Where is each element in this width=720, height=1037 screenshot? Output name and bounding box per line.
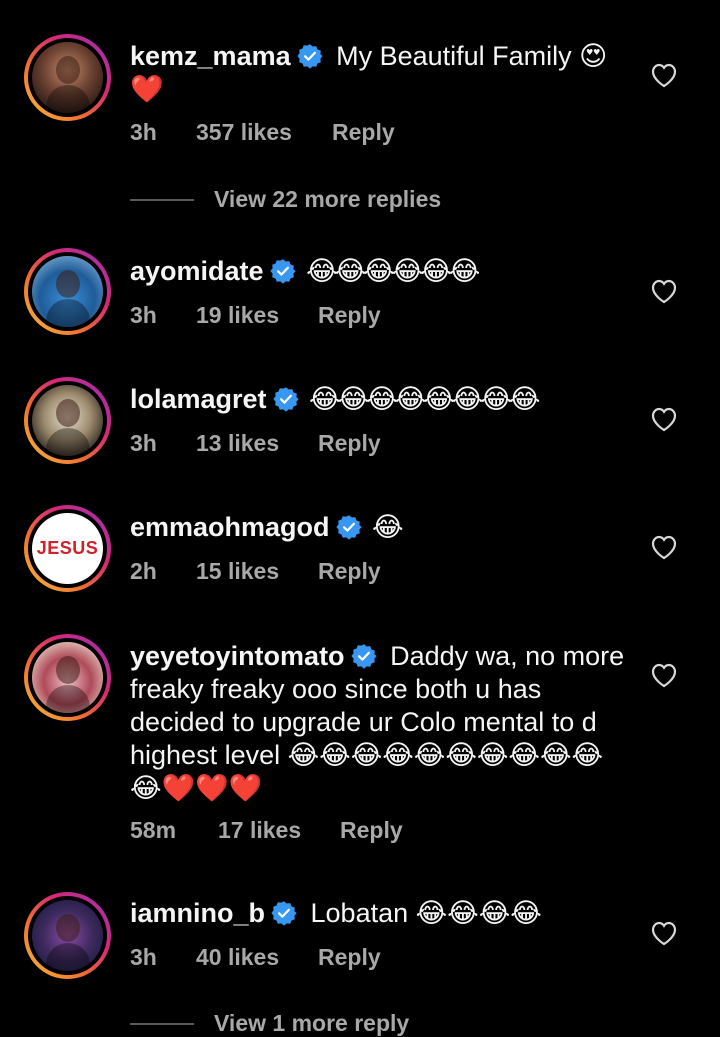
comment-body: emmaohmagod 😂 — [130, 511, 630, 544]
comment-text: Lobatan 😂😂😂😂 — [303, 898, 542, 928]
view-more-replies-label: View 1 more reply — [214, 1010, 410, 1036]
likes-count[interactable]: 15 likes — [196, 558, 318, 585]
story-ring[interactable] — [24, 248, 111, 335]
avatar[interactable]: JESUS — [32, 513, 103, 584]
verified-badge-icon — [269, 259, 296, 284]
avatar[interactable] — [32, 42, 103, 113]
comment-text: My Beautiful Family 😍 — [328, 41, 608, 71]
verified-badge-icon — [272, 387, 299, 412]
comment-body: iamnino_b Lobatan 😂😂😂😂 — [130, 897, 630, 930]
comment-text: 😂😂😂😂😂😂 — [301, 256, 480, 286]
likes-count[interactable]: 19 likes — [196, 302, 318, 329]
story-ring[interactable] — [24, 892, 111, 979]
username[interactable]: yeyetoyintomato — [130, 641, 345, 671]
comment-time: 3h — [130, 944, 157, 970]
comment-body: yeyetoyintomato Daddy wa, no more freaky… — [130, 640, 630, 805]
comment-meta: 3h 357 likes Reply — [130, 119, 395, 146]
heart-outline-icon[interactable] — [650, 534, 678, 560]
heart-outline-icon[interactable] — [650, 920, 678, 946]
comment-meta: 58m 17 likes Reply — [130, 817, 403, 844]
story-ring[interactable] — [24, 34, 111, 121]
username[interactable]: kemz_mama — [130, 41, 291, 71]
verified-badge-icon — [296, 44, 323, 69]
comment-meta: 3h 40 likes Reply — [130, 944, 381, 971]
likes-count[interactable]: 17 likes — [218, 817, 340, 844]
verified-badge-icon — [271, 901, 297, 926]
avatar[interactable] — [32, 900, 103, 971]
view-more-replies-button[interactable]: View 22 more replies — [130, 186, 441, 213]
divider-line — [130, 198, 194, 201]
comment-time: 2h — [130, 558, 157, 584]
comment-text: 😂😂😂😂😂😂😂😂 — [304, 384, 540, 414]
view-more-replies-label: View 22 more replies — [214, 186, 442, 212]
likes-count[interactable]: 40 likes — [196, 944, 318, 971]
avatar[interactable] — [32, 642, 103, 713]
reply-button[interactable]: Reply — [332, 119, 395, 146]
heart-outline-icon[interactable] — [650, 662, 678, 688]
likes-count[interactable]: 357 likes — [196, 119, 332, 146]
verified-badge-icon — [335, 515, 362, 540]
comment-time: 58m — [130, 817, 177, 843]
username[interactable]: lolamagret — [130, 384, 267, 414]
heart-outline-icon[interactable] — [650, 62, 678, 88]
likes-count[interactable]: 13 likes — [196, 430, 318, 457]
heart-outline-icon[interactable] — [650, 406, 678, 432]
comment-body: ayomidate 😂😂😂😂😂😂 — [130, 255, 630, 288]
reply-button[interactable]: Reply — [318, 944, 381, 971]
avatar-text: JESUS — [36, 538, 99, 558]
username[interactable]: emmaohmagod — [130, 512, 330, 542]
reply-button[interactable]: Reply — [318, 302, 381, 329]
comment-meta: 3h 13 likes Reply — [130, 430, 381, 457]
username[interactable]: iamnino_b — [130, 898, 265, 928]
comment-time: 3h — [130, 119, 157, 145]
reply-button[interactable]: Reply — [318, 430, 381, 457]
verified-badge-icon — [350, 644, 377, 669]
comment-body: kemz_mama My Beautiful Family 😍 ❤️ — [130, 40, 630, 106]
story-ring[interactable] — [24, 377, 111, 464]
avatar[interactable] — [32, 256, 103, 327]
heart-outline-icon[interactable] — [650, 278, 678, 304]
avatar[interactable] — [32, 385, 103, 456]
reply-button[interactable]: Reply — [340, 817, 403, 844]
username[interactable]: ayomidate — [130, 256, 264, 286]
view-more-replies-button[interactable]: View 1 more reply — [130, 1010, 409, 1037]
comment-body: lolamagret 😂😂😂😂😂😂😂😂 — [130, 383, 630, 416]
story-ring[interactable] — [24, 634, 111, 721]
comment-text-continued: ❤️ — [130, 74, 164, 104]
story-ring[interactable]: JESUS — [24, 505, 111, 592]
comment-time: 3h — [130, 430, 157, 456]
reply-button[interactable]: Reply — [318, 558, 381, 585]
comment-text: 😂 — [367, 512, 404, 542]
comment-time: 3h — [130, 302, 157, 328]
comment-meta: 3h 19 likes Reply — [130, 302, 381, 329]
comment-meta: 2h 15 likes Reply — [130, 558, 381, 585]
